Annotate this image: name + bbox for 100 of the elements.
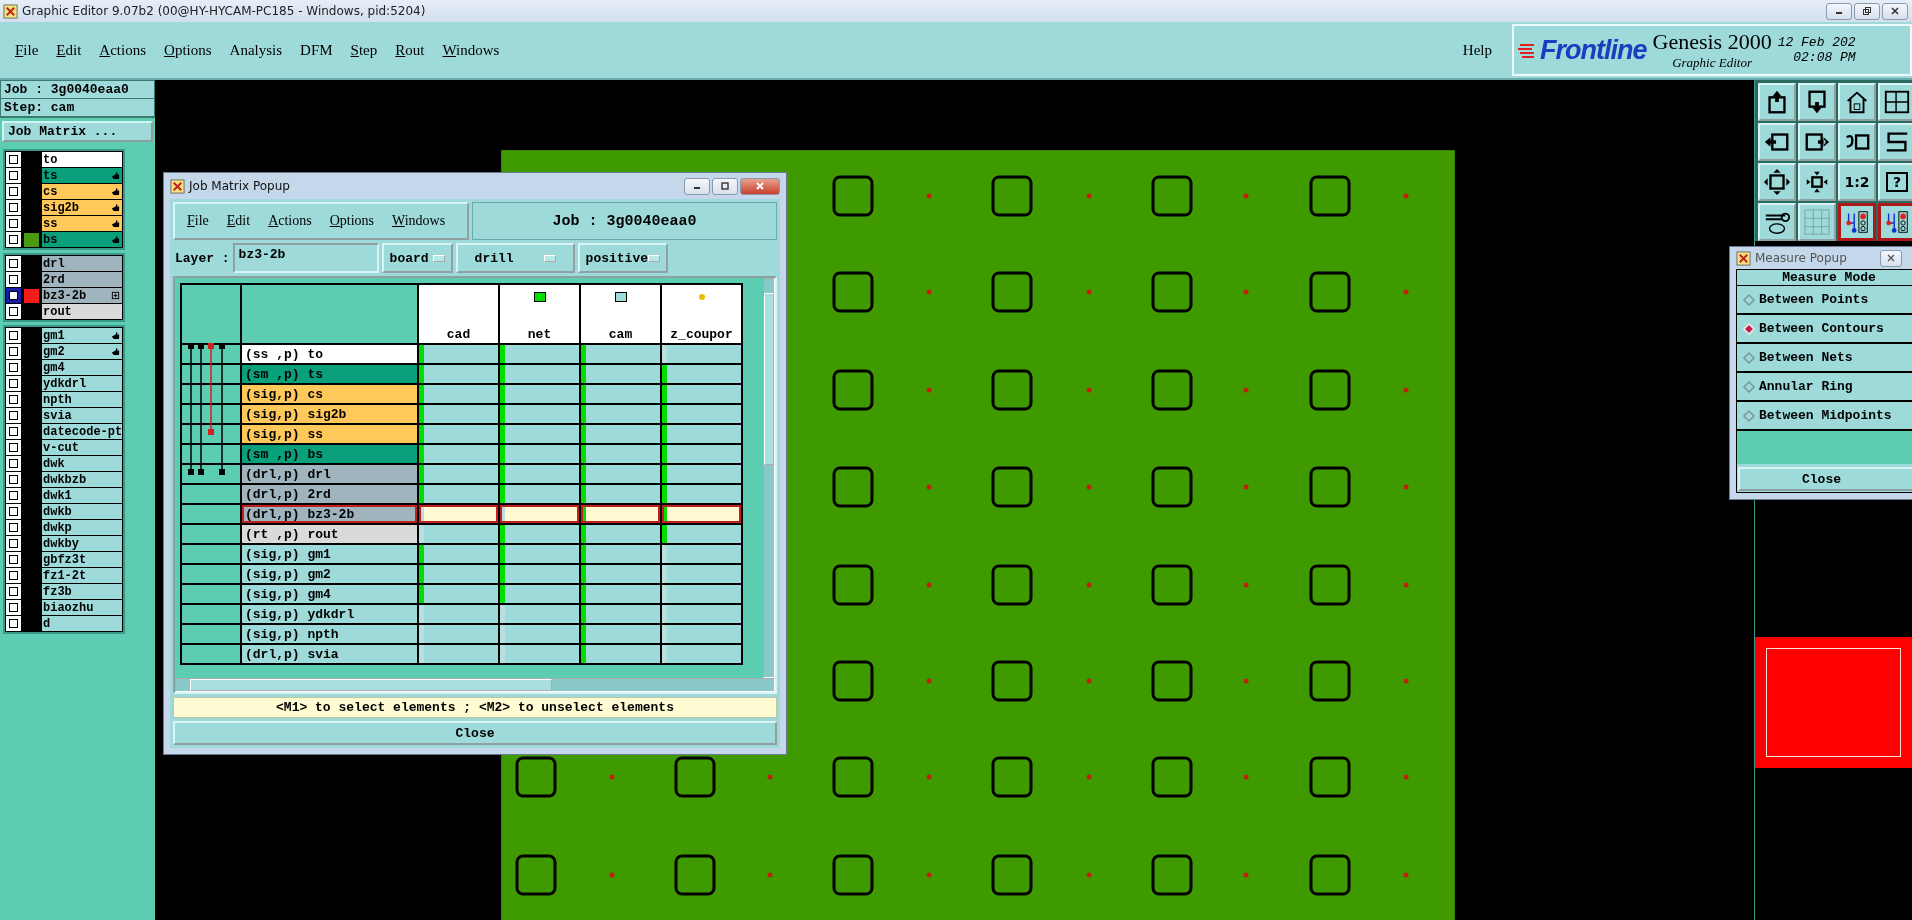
layer-name-cell[interactable]: (drl,p) drl <box>242 465 417 483</box>
mode-option[interactable]: Between Points <box>1737 286 1912 315</box>
layer-name[interactable]: rout <box>42 304 122 319</box>
matrix-cell[interactable] <box>581 545 660 563</box>
matrix-cell[interactable] <box>500 565 579 583</box>
matrix-cell[interactable] <box>419 525 498 543</box>
layer-name[interactable]: datecode-pt <box>42 424 122 439</box>
layer-name[interactable]: ss <box>42 216 122 231</box>
layer-name[interactable]: cs <box>42 184 122 199</box>
menu-item[interactable]: Rout <box>395 41 425 59</box>
layer-name-cell[interactable]: (sig,p) ss <box>242 425 417 443</box>
polarity-dropdown[interactable]: positive <box>577 243 668 273</box>
matrix-cell[interactable] <box>662 585 741 603</box>
layer-name[interactable]: d <box>42 616 122 631</box>
close-button[interactable] <box>1880 249 1902 267</box>
matrix-cell[interactable] <box>419 425 498 443</box>
toolbar-button[interactable] <box>1838 203 1876 241</box>
matrix-cell[interactable] <box>581 385 660 403</box>
matrix-cell[interactable] <box>581 645 660 663</box>
matrix-cell[interactable] <box>500 585 579 603</box>
matrix-cell[interactable] <box>662 345 741 363</box>
matrix-cell[interactable] <box>581 605 660 623</box>
layer-checkbox[interactable] <box>6 456 21 471</box>
menu-item[interactable]: Options <box>164 41 212 59</box>
menu-item[interactable]: Edit <box>56 41 82 59</box>
menu-item[interactable]: Step <box>350 41 378 59</box>
layer-checkbox[interactable] <box>6 584 21 599</box>
matrix-cell[interactable] <box>419 405 498 423</box>
radio-button[interactable] <box>1743 409 1755 422</box>
matrix-cell[interactable] <box>500 525 579 543</box>
layer-checkbox[interactable] <box>6 424 21 439</box>
layer-name[interactable]: fz1-2t <box>42 568 122 583</box>
vertical-scrollbar[interactable] <box>763 278 775 678</box>
radio-button[interactable] <box>1743 380 1755 393</box>
restore-button[interactable] <box>1854 2 1880 20</box>
matrix-cell[interactable] <box>419 545 498 563</box>
matrix-cell[interactable] <box>662 445 741 463</box>
job-matrix-button[interactable]: Job Matrix ... <box>2 121 153 142</box>
matrix-cell[interactable] <box>662 605 741 623</box>
layer-name[interactable]: dwkbzb <box>42 472 122 487</box>
minimize-button[interactable] <box>1826 2 1852 20</box>
toolbar-button[interactable] <box>1878 203 1912 241</box>
toolbar-button[interactable]: ? <box>1878 163 1912 201</box>
matrix-cell[interactable] <box>662 545 741 563</box>
layer-name-cell[interactable]: (sig,p) gm4 <box>242 585 417 603</box>
menu-item[interactable]: Options <box>329 213 375 229</box>
menu-item[interactable]: File <box>15 41 39 59</box>
layer-checkbox[interactable] <box>6 232 21 247</box>
matrix-cell[interactable] <box>662 465 741 483</box>
close-button[interactable]: Close <box>173 721 777 745</box>
close-button[interactable] <box>1882 2 1908 20</box>
matrix-cell[interactable] <box>662 405 741 423</box>
layer-name-cell[interactable]: (drl,p) svia <box>242 645 417 663</box>
matrix-cell[interactable] <box>419 565 498 583</box>
matrix-cell[interactable] <box>500 485 579 503</box>
layer-checkbox[interactable] <box>6 536 21 551</box>
layer-name[interactable]: dwkb <box>42 504 122 519</box>
layer-name-cell[interactable]: (sig,p) cs <box>242 385 417 403</box>
layer-name-cell[interactable]: (sig,p) gm1 <box>242 545 417 563</box>
layer-name-cell[interactable]: (sig,p) npth <box>242 625 417 643</box>
close-button[interactable]: Close <box>1738 467 1912 491</box>
matrix-cell[interactable] <box>581 405 660 423</box>
layer-name[interactable]: biaozhu <box>42 600 122 615</box>
layer-checkbox[interactable] <box>6 488 21 503</box>
layer-checkbox[interactable] <box>6 408 21 423</box>
layer-checkbox[interactable] <box>6 392 21 407</box>
layer-checkbox[interactable] <box>6 600 21 615</box>
layer-name-cell[interactable]: (sig,p) sig2b <box>242 405 417 423</box>
layer-checkbox[interactable] <box>6 288 21 303</box>
layer-name[interactable]: ydkdrl <box>42 376 122 391</box>
matrix-cell[interactable] <box>581 345 660 363</box>
matrix-cell[interactable] <box>419 465 498 483</box>
layer-checkbox[interactable] <box>6 520 21 535</box>
layer-checkbox[interactable] <box>6 272 21 287</box>
menu-item[interactable]: DFM <box>300 41 333 59</box>
layer-name[interactable]: sig2b <box>42 200 122 215</box>
maximize-button[interactable] <box>712 177 738 195</box>
layer-name[interactable]: to <box>42 152 122 167</box>
matrix-cell[interactable] <box>419 605 498 623</box>
layer-name-cell[interactable]: (ss ,p) to <box>242 345 417 363</box>
menu-item[interactable]: Windows <box>442 41 500 59</box>
matrix-cell[interactable] <box>581 485 660 503</box>
matrix-cell[interactable] <box>500 445 579 463</box>
matrix-cell[interactable] <box>500 465 579 483</box>
matrix-cell[interactable] <box>500 625 579 643</box>
layer-checkbox[interactable] <box>6 616 21 631</box>
layer-name[interactable]: v-cut <box>42 440 122 455</box>
matrix-cell[interactable] <box>419 365 498 383</box>
matrix-cell[interactable] <box>500 425 579 443</box>
layer-name[interactable]: gm2 <box>42 344 122 359</box>
matrix-cell[interactable] <box>500 645 579 663</box>
matrix-cell[interactable] <box>419 505 498 523</box>
layer-name[interactable]: gm4 <box>42 360 122 375</box>
layer-name-cell[interactable]: (drl,p) bz3-2b <box>242 505 417 523</box>
toolbar-button[interactable]: 1:2 <box>1838 163 1876 201</box>
type-dropdown[interactable]: drill <box>455 243 575 273</box>
layer-name[interactable]: dwkp <box>42 520 122 535</box>
matrix-cell[interactable] <box>419 625 498 643</box>
matrix-cell[interactable] <box>500 385 579 403</box>
column-header[interactable]: cad <box>419 285 498 343</box>
